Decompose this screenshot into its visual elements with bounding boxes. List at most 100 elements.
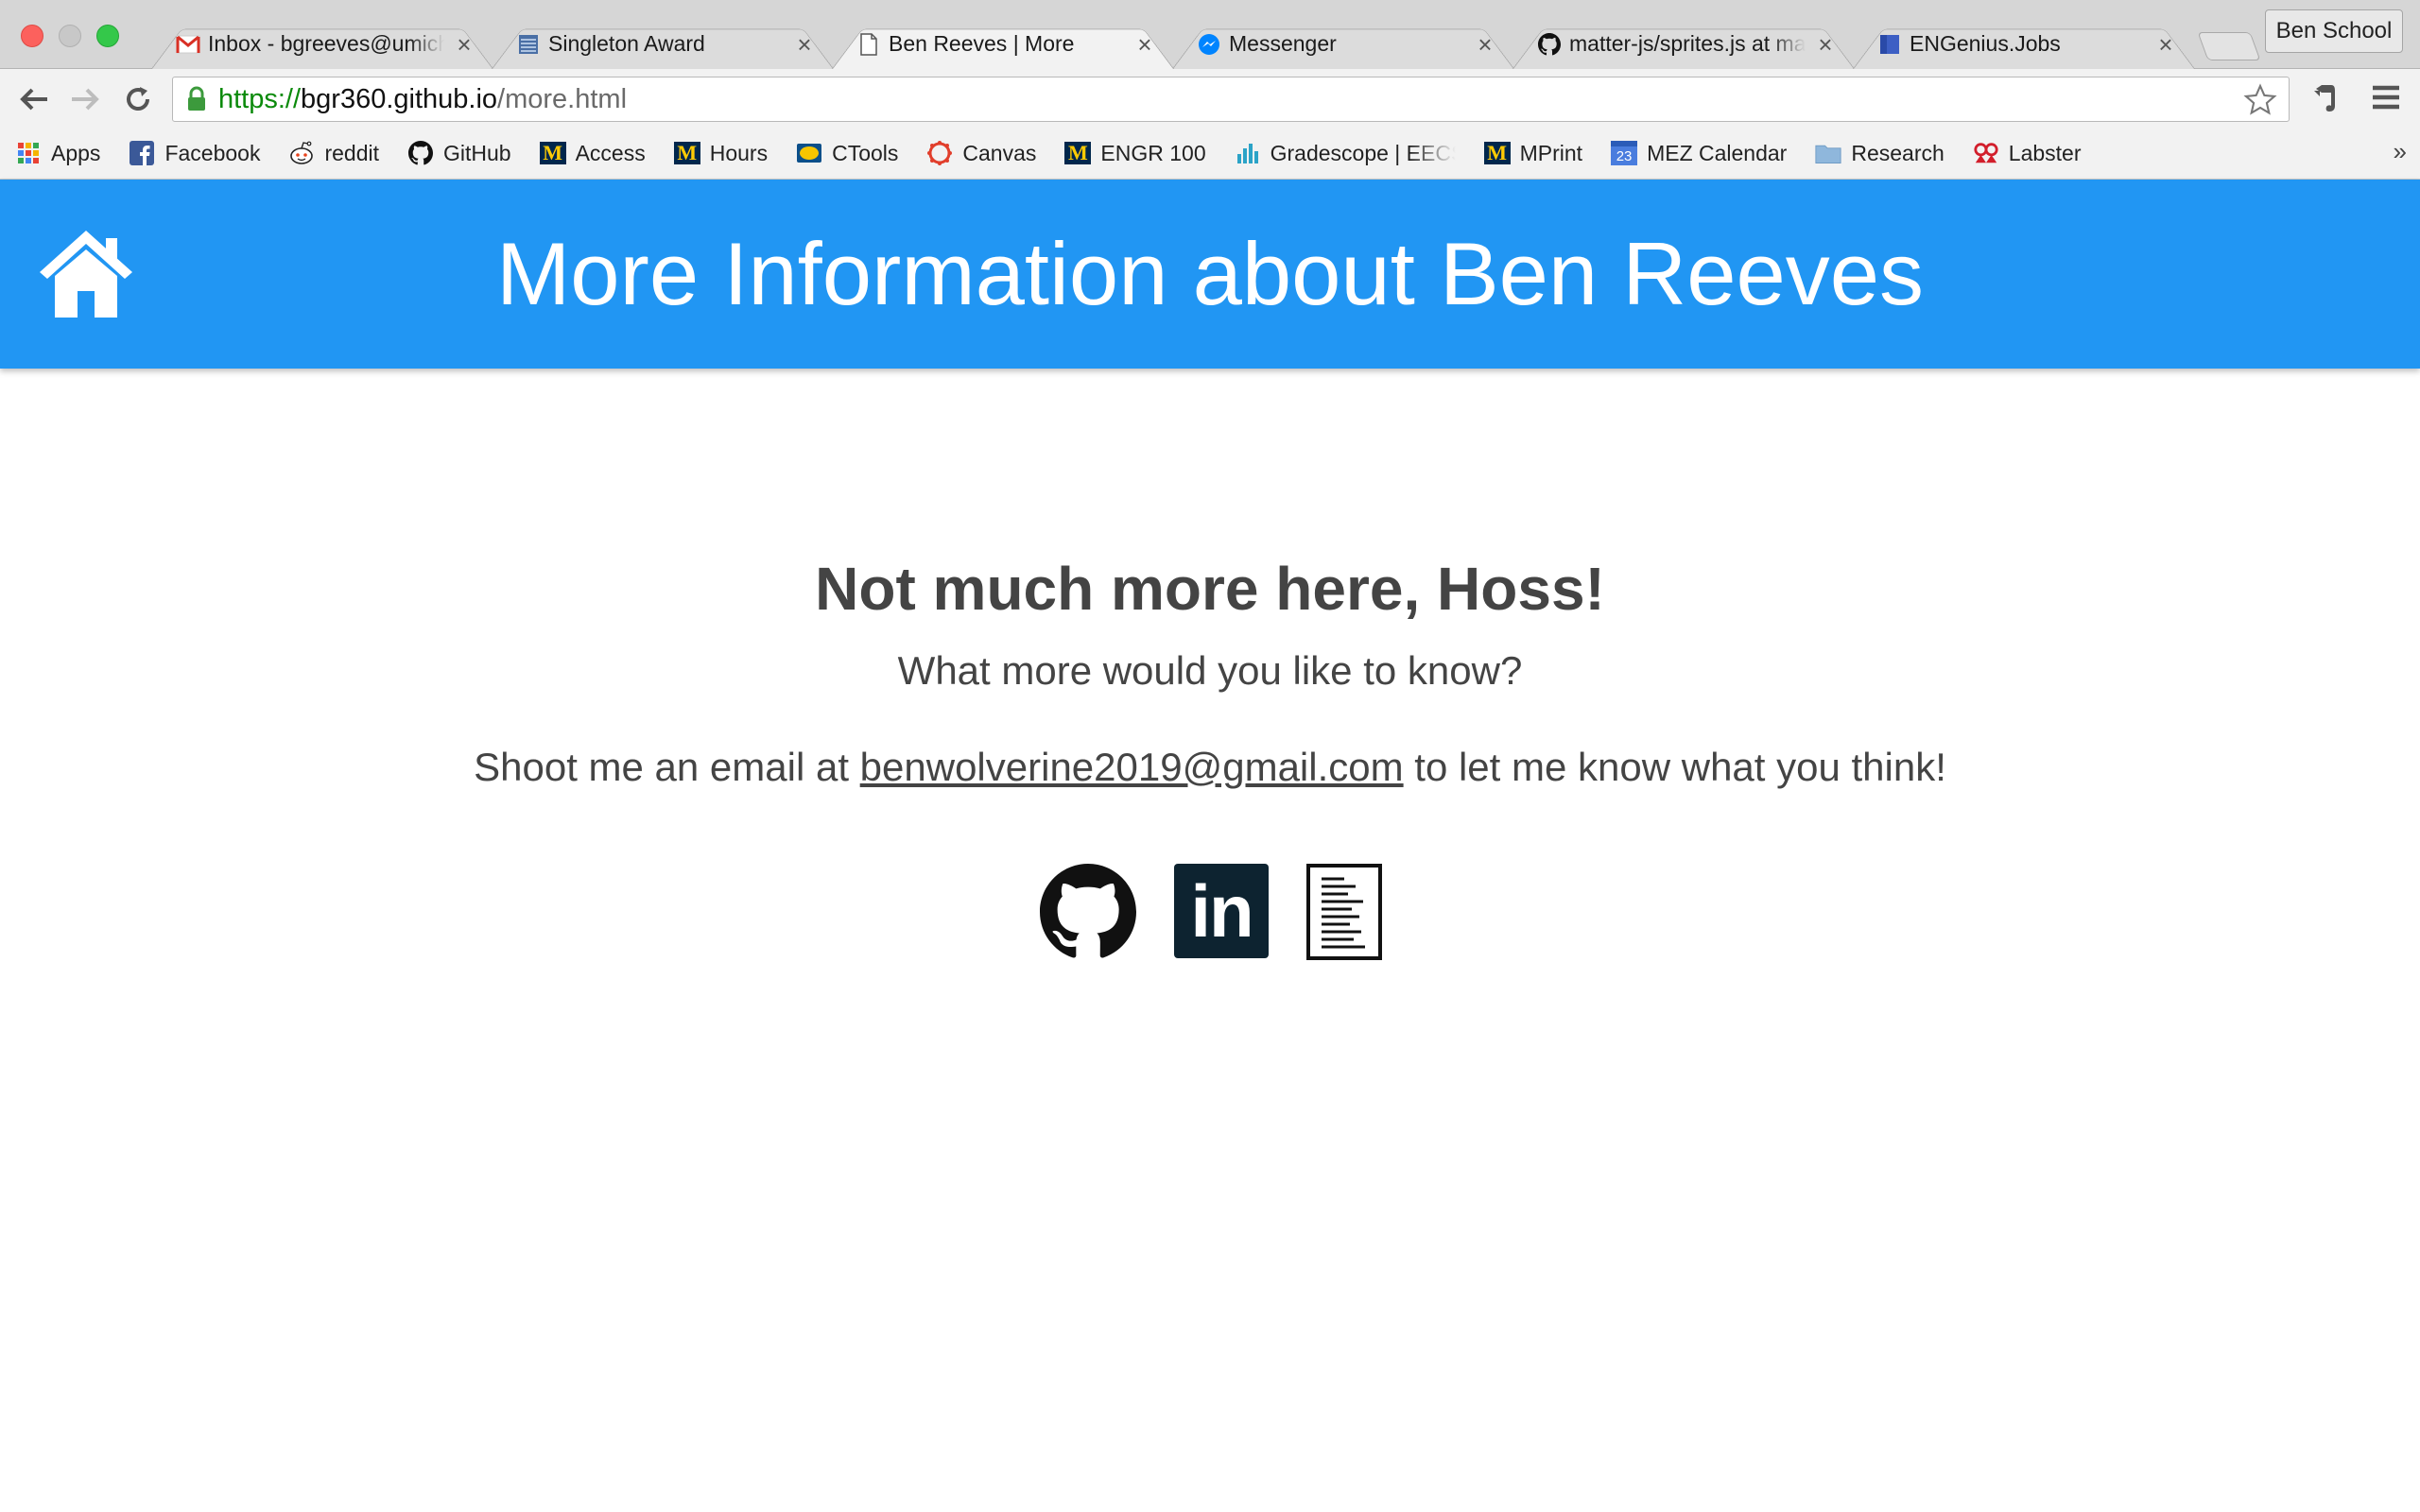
document-icon (856, 32, 881, 57)
umich-icon: M (539, 140, 566, 166)
tab-title: Ben Reeves | More (889, 31, 1075, 56)
tab-close-icon[interactable]: × (1134, 32, 1155, 57)
tab-title: Messenger (1229, 31, 1337, 56)
tab-close-icon[interactable]: × (794, 32, 815, 57)
linkedin-icon: in (1174, 864, 1269, 958)
forward-button[interactable] (66, 80, 104, 118)
gmail-icon (176, 32, 200, 57)
reload-button[interactable] (119, 80, 157, 118)
window-minimize-button[interactable] (59, 25, 81, 47)
bookmark-label: Research (1851, 140, 1945, 165)
tab-close-icon[interactable]: × (1475, 32, 1495, 57)
tab-inbox[interactable]: Inbox - bgreeves@umich.edu × (151, 19, 493, 69)
back-arrow-icon (20, 88, 47, 111)
bookmark-apps[interactable]: Apps (15, 140, 100, 166)
browser-toolbar: https://bgr360.github.io/more.html (0, 69, 2420, 128)
forward-arrow-icon (72, 88, 99, 111)
address-bar[interactable]: https://bgr360.github.io/more.html (172, 77, 2290, 122)
window-close-button[interactable] (21, 25, 43, 47)
bookmark-label: GitHub (443, 140, 511, 165)
tab-close-icon[interactable]: × (2155, 32, 2176, 57)
tab-singleton-award[interactable]: Singleton Award × (492, 19, 834, 69)
new-tab-button[interactable] (2197, 32, 2261, 60)
back-button[interactable] (15, 80, 53, 118)
bookmark-mprint[interactable]: M MPrint (1483, 140, 1583, 166)
lock-icon (186, 86, 207, 112)
bookmark-label: Access (575, 140, 646, 165)
bookmark-label: CTools (832, 140, 899, 165)
umich-icon: M (673, 140, 700, 166)
email-prefix-text: Shoot me an email at (474, 745, 860, 789)
bookmark-label: MEZ Calendar (1647, 140, 1788, 165)
resume-link[interactable] (1306, 864, 1382, 965)
subheadline: What more would you like to know? (897, 648, 1523, 693)
bookmark-label: Hours (709, 140, 769, 165)
bookmark-access[interactable]: M Access (539, 140, 646, 166)
bookmark-label: Labster (2008, 140, 2082, 165)
reload-icon (127, 87, 149, 111)
bookmark-gradescope[interactable]: Gradescope | EECS 2 (1235, 140, 1456, 166)
profile-button[interactable]: Ben School (2265, 9, 2403, 53)
calendar-icon: 23 (1611, 140, 1638, 166)
tab-engenius-jobs[interactable]: ENGenius.Jobs × (1853, 19, 2195, 69)
resume-icon (1306, 864, 1382, 960)
url-host: bgr360.github.io (301, 83, 498, 114)
bookmark-engr-100[interactable]: M ENGR 100 (1064, 140, 1206, 166)
bookmark-label: reddit (324, 140, 379, 165)
email-suffix-text: to let me know what you think! (1403, 745, 1946, 789)
tab-close-icon[interactable]: × (454, 32, 475, 57)
bookmark-mez-calendar[interactable]: 23 MEZ Calendar (1611, 140, 1787, 166)
evernote-icon[interactable] (2310, 83, 2339, 118)
umich-icon: M (1064, 140, 1092, 166)
bookmark-reddit[interactable]: reddit (288, 140, 379, 166)
folder-icon (1815, 140, 1841, 166)
bookmark-label: Gradescope | EECS 2 (1270, 140, 1456, 165)
ctools-icon (796, 140, 822, 166)
bookmark-label: Apps (51, 140, 101, 165)
github-icon (1537, 32, 1562, 57)
window-maximize-button[interactable] (96, 25, 119, 47)
github-icon (1040, 864, 1136, 958)
facebook-icon (129, 140, 155, 166)
email-link[interactable]: benwolverine2019@gmail.com (860, 745, 1404, 789)
bookmark-hours[interactable]: M Hours (673, 140, 769, 166)
github-icon (407, 140, 434, 166)
bookmark-label: MPrint (1519, 140, 1583, 165)
bookmark-label: ENGR 100 (1100, 140, 1206, 165)
tab-messenger[interactable]: Messenger × (1172, 19, 1514, 69)
bookmark-canvas[interactable]: Canvas (926, 140, 1036, 166)
bookmark-facebook[interactable]: Facebook (129, 140, 260, 166)
canvas-icon (926, 140, 953, 166)
url-path: /more.html (497, 83, 628, 114)
linkedin-link[interactable]: in (1174, 864, 1269, 958)
bookmark-research[interactable]: Research (1815, 140, 1945, 166)
tab-title: matter-js/sprites.js at master (1569, 31, 1806, 56)
bookmarks-overflow-button[interactable]: » (2394, 137, 2407, 166)
tab-close-icon[interactable]: × (1815, 32, 1836, 57)
apps-grid-icon (15, 140, 42, 166)
reddit-icon (288, 140, 315, 166)
bookmark-label: Facebook (164, 140, 261, 165)
bookmark-label: Canvas (962, 140, 1037, 165)
url-scheme: https:// (218, 83, 302, 114)
sheets-icon (516, 32, 541, 57)
browser-chrome: Inbox - bgreeves@umich.edu × Singleton A… (0, 0, 2420, 180)
tab-ben-reeves-more[interactable]: Ben Reeves | More × (832, 19, 1174, 69)
umich-icon: M (1483, 140, 1511, 166)
headline: Not much more here, Hoss! (815, 555, 1605, 623)
site-header: More Information about Ben Reeves (0, 180, 2420, 369)
menu-icon[interactable] (2371, 83, 2401, 116)
social-links: in (1040, 864, 1420, 965)
tab-title: Singleton Award (548, 31, 705, 56)
github-link[interactable] (1040, 864, 1136, 965)
tab-strip: Inbox - bgreeves@umich.edu × Singleton A… (0, 0, 2420, 69)
bookmark-ctools[interactable]: CTools (796, 140, 898, 166)
email-paragraph: Shoot me an email at benwolverine2019@gm… (0, 745, 2420, 790)
tab-title: ENGenius.Jobs (1910, 31, 2061, 56)
bookmark-github[interactable]: GitHub (407, 140, 511, 166)
bookmark-star-icon[interactable] (2243, 83, 2277, 125)
tab-title: Inbox - bgreeves@umich.edu (208, 31, 444, 56)
tab-matter-js[interactable]: matter-js/sprites.js at master × (1512, 19, 1855, 69)
gradescope-icon (1235, 140, 1261, 166)
bookmark-labster[interactable]: Labster (1973, 140, 2082, 166)
